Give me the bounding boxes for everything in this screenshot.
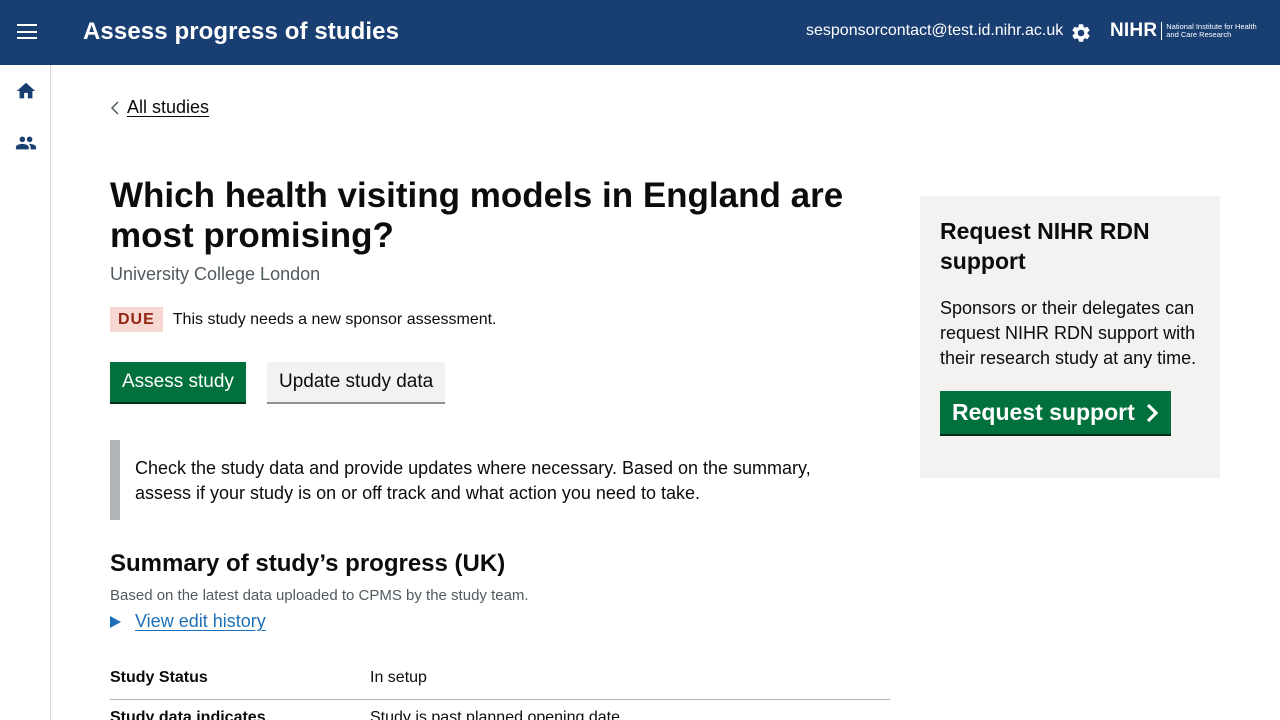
summary-row: Study Status In setup	[110, 660, 890, 700]
app-title: Assess progress of studies	[83, 18, 400, 45]
summary-heading: Summary of study’s progress (UK)	[110, 550, 506, 577]
summary-list: Study Status In setup Study data indicat…	[110, 660, 890, 720]
request-support-body: Sponsors or their delegates can request …	[940, 298, 1197, 368]
status-badge: DUE	[110, 307, 163, 332]
menu-icon[interactable]	[17, 24, 37, 40]
chevron-right-icon	[1146, 403, 1158, 422]
study-organisation: University College London	[110, 264, 321, 284]
update-study-data-button[interactable]: Update study data	[267, 362, 446, 402]
status-message: This study needs a new sponsor assessmen…	[172, 310, 497, 328]
request-support-button-label: Request support	[952, 399, 1135, 425]
summary-subheading: Based on the latest data uploaded to CPM…	[110, 587, 529, 604]
summary-key: Study data indicates	[110, 709, 266, 720]
top-header: Assess progress of studies sesponsorcont…	[0, 0, 1280, 65]
view-edit-history-toggle[interactable]: View edit history	[110, 611, 266, 632]
back-link-label: All studies	[127, 97, 210, 117]
logo-wordmark: NIHR	[1110, 20, 1158, 41]
request-support-button[interactable]: Request support	[940, 391, 1171, 434]
settings-gear-icon[interactable]	[1070, 22, 1092, 44]
summary-row: Study data indicates Study is past plann…	[110, 700, 890, 720]
sidebar	[0, 65, 51, 720]
study-title: Which health visiting models in England …	[110, 176, 844, 255]
user-email: sesponsorcontact@test.id.nihr.ac.uk	[806, 22, 1064, 39]
summary-value: Study is past planned opening date	[370, 709, 620, 720]
home-icon[interactable]	[15, 80, 37, 102]
view-edit-history-link: View edit history	[135, 611, 266, 631]
summary-value: In setup	[370, 669, 427, 686]
request-support-heading: Request NIHR RDN support	[940, 218, 1150, 274]
chevron-left-icon	[110, 100, 119, 115]
assess-study-button[interactable]: Assess study	[110, 362, 246, 402]
logo-subtitle: National Institute for Health and Care R…	[1166, 22, 1257, 39]
logo-divider	[1161, 22, 1163, 40]
status-row: DUE This study needs a new sponsor asses…	[110, 307, 497, 332]
inset-text: Check the study data and provide updates…	[110, 440, 850, 520]
request-support-panel: Request NIHR RDN support Sponsors or the…	[920, 196, 1220, 478]
back-link-all-studies[interactable]: All studies	[110, 97, 209, 118]
summary-key: Study Status	[110, 669, 208, 686]
people-icon[interactable]	[15, 132, 37, 154]
triangle-right-icon	[110, 615, 121, 628]
nihr-logo: NIHR National Institute for Health and C…	[1110, 19, 1266, 43]
